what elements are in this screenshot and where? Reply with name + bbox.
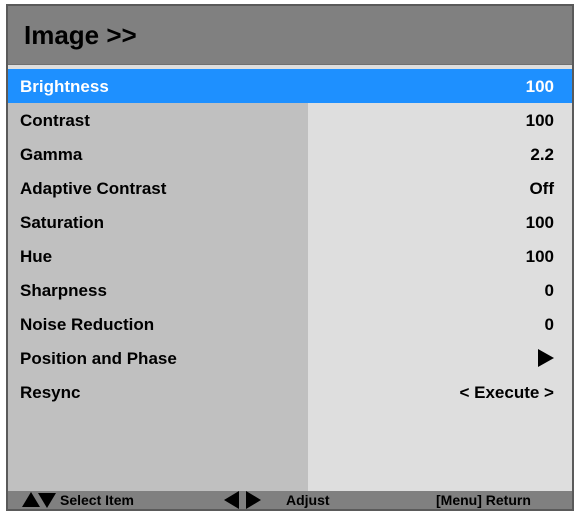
menu-item-label: Noise Reduction xyxy=(20,315,155,334)
menu-item-adaptive-contrast[interactable]: Adaptive Contrast Off xyxy=(8,171,572,205)
menu-item-value: 0 xyxy=(544,281,554,300)
menu-item-position-and-phase[interactable]: Position and Phase xyxy=(8,341,572,375)
menu-item-resync[interactable]: Resync < Execute > xyxy=(8,375,572,409)
menu-item-label: Position and Phase xyxy=(20,349,177,368)
menu-item-value: Off xyxy=(529,179,554,198)
right-arrow-icon xyxy=(246,491,261,509)
adjust-hint: Adjust xyxy=(286,492,330,508)
menu-item-label: Hue xyxy=(20,247,53,266)
right-triangle-icon xyxy=(538,349,554,367)
menu-item-value: 100 xyxy=(525,77,554,96)
menu-title: Image >> xyxy=(24,20,137,50)
menu-item-label: Saturation xyxy=(20,213,105,232)
menu-item-value: 100 xyxy=(525,111,554,130)
menu-item-label: Brightness xyxy=(20,77,109,96)
menu-item-value: 100 xyxy=(525,213,554,232)
menu-item-contrast[interactable]: Contrast 100 xyxy=(8,103,572,137)
left-arrow-icon xyxy=(224,491,239,509)
menu-item-value: < Execute > xyxy=(459,383,554,402)
menu-item-label: Sharpness xyxy=(20,281,107,300)
menu-item-brightness[interactable]: Brightness 100 xyxy=(8,69,572,103)
menu-return-hint: [Menu] Return xyxy=(436,492,531,508)
select-item-hint: Select Item xyxy=(60,492,134,508)
menu-item-sharpness[interactable]: Sharpness 0 xyxy=(8,273,572,307)
menu-item-label: Contrast xyxy=(20,111,90,130)
menu-item-value: 2.2 xyxy=(530,145,554,164)
menu-header: Image >> xyxy=(8,6,572,65)
menu-item-noise-reduction[interactable]: Noise Reduction 0 xyxy=(8,307,572,341)
menu-item-saturation[interactable]: Saturation 100 xyxy=(8,205,572,239)
menu-item-value: 0 xyxy=(544,315,554,334)
help-bar: Select Item Adjust [Menu] Return xyxy=(8,491,572,509)
osd-menu: Image >> Brightness 100 Contrast 100 Gam… xyxy=(6,4,574,511)
menu-item-label: Gamma xyxy=(20,145,83,164)
menu-item-label: Adaptive Contrast xyxy=(20,179,167,198)
menu-item-value: 100 xyxy=(525,247,554,266)
menu-item-gamma[interactable]: Gamma 2.2 xyxy=(8,137,572,171)
down-arrow-icon xyxy=(38,493,56,508)
menu-item-label: Resync xyxy=(20,383,81,402)
menu-item-hue[interactable]: Hue 100 xyxy=(8,239,572,273)
